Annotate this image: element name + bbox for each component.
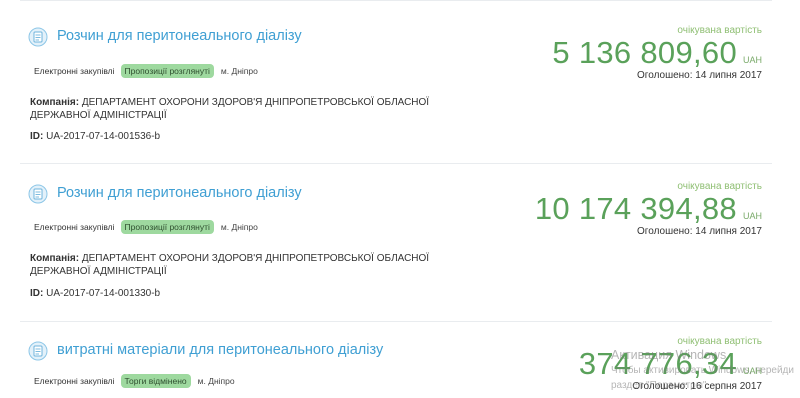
tender-id: ID: UA-2017-07-14-001536-b bbox=[30, 131, 160, 142]
company-info: Компанія: ДЕПАРТАМЕНТ ОХОРОНИ ЗДОРОВ'Я Д… bbox=[30, 96, 490, 122]
id-label: ID: bbox=[30, 288, 44, 299]
price-block: очікувана вартість 5 136 809,60 UAH Оголо… bbox=[552, 25, 762, 81]
currency-label: UAH bbox=[742, 211, 762, 221]
card-divider bbox=[20, 163, 772, 164]
city-label: м. Дніпро bbox=[220, 66, 258, 76]
city-label: м. Дніпро bbox=[197, 376, 235, 386]
city-label: м. Дніпро bbox=[220, 222, 258, 232]
procurement-type: Електронні закупівлі bbox=[34, 222, 115, 232]
procurement-type: Електронні закупівлі bbox=[34, 376, 115, 386]
id-value: UA-2017-07-14-001330-b bbox=[46, 288, 161, 299]
card-divider bbox=[20, 0, 772, 1]
status-badge: Торги відмінено bbox=[120, 374, 191, 388]
tender-card: Розчин для перитонеального діалізу Елект… bbox=[20, 163, 772, 321]
currency-label: UAH bbox=[742, 366, 762, 376]
price-block: очікувана вартість 10 174 394,88 UAH Огол… bbox=[535, 181, 762, 237]
procurement-type: Електронні закупівлі bbox=[34, 66, 115, 76]
price-block: очікувана вартість 374 776,34 UAH Оголоше… bbox=[579, 336, 762, 392]
tender-card: витратні матеріали для перитонеального д… bbox=[20, 321, 772, 398]
announced-date: Оголошено: 14 липня 2017 bbox=[637, 226, 762, 237]
id-label: ID: bbox=[30, 131, 44, 142]
tender-title-link[interactable]: Розчин для перитонеального діалізу bbox=[57, 185, 302, 201]
amount-row: 374 776,34 UAH bbox=[579, 347, 762, 381]
announced-date: Оголошено: 14 липня 2017 bbox=[637, 70, 762, 81]
tender-meta: Електронні закупівлі Торги відмінено м. … bbox=[34, 374, 235, 388]
tender-meta: Електронні закупівлі Пропозиції розгляну… bbox=[34, 64, 258, 78]
tender-card: Розчин для перитонеального діалізу Елект… bbox=[20, 0, 772, 163]
tender-meta: Електронні закупівлі Пропозиції розгляну… bbox=[34, 220, 258, 234]
company-info: Компанія: ДЕПАРТАМЕНТ ОХОРОНИ ЗДОРОВ'Я Д… bbox=[30, 252, 490, 278]
tender-document-icon bbox=[28, 341, 48, 361]
status-badge: Пропозиції розглянуті bbox=[120, 64, 214, 78]
tender-id: ID: UA-2017-07-14-001330-b bbox=[30, 288, 160, 299]
amount-row: 5 136 809,60 UAH bbox=[552, 36, 762, 70]
tender-document-icon bbox=[28, 27, 48, 47]
amount-value: 374 776,34 bbox=[578, 346, 737, 381]
company-name: ДЕПАРТАМЕНТ ОХОРОНИ ЗДОРОВ'Я ДНІПРОПЕТРО… bbox=[30, 253, 430, 277]
card-divider bbox=[20, 321, 772, 322]
currency-label: UAH bbox=[742, 55, 762, 65]
amount-value: 5 136 809,60 bbox=[552, 35, 737, 70]
company-label: Компанія: bbox=[30, 253, 80, 264]
amount-row: 10 174 394,88 UAH bbox=[535, 192, 762, 226]
tender-title-link[interactable]: Розчин для перитонеального діалізу bbox=[57, 28, 302, 44]
company-name: ДЕПАРТАМЕНТ ОХОРОНИ ЗДОРОВ'Я ДНІПРОПЕТРО… bbox=[30, 97, 430, 121]
company-label: Компанія: bbox=[30, 97, 80, 108]
announced-date: Оголошено: 16 серпня 2017 bbox=[632, 381, 762, 392]
id-value: UA-2017-07-14-001536-b bbox=[46, 131, 161, 142]
status-badge: Пропозиції розглянуті bbox=[120, 220, 214, 234]
tender-document-icon bbox=[28, 184, 48, 204]
tender-title-link[interactable]: витратні матеріали для перитонеального д… bbox=[57, 342, 383, 358]
amount-value: 10 174 394,88 bbox=[534, 191, 737, 226]
